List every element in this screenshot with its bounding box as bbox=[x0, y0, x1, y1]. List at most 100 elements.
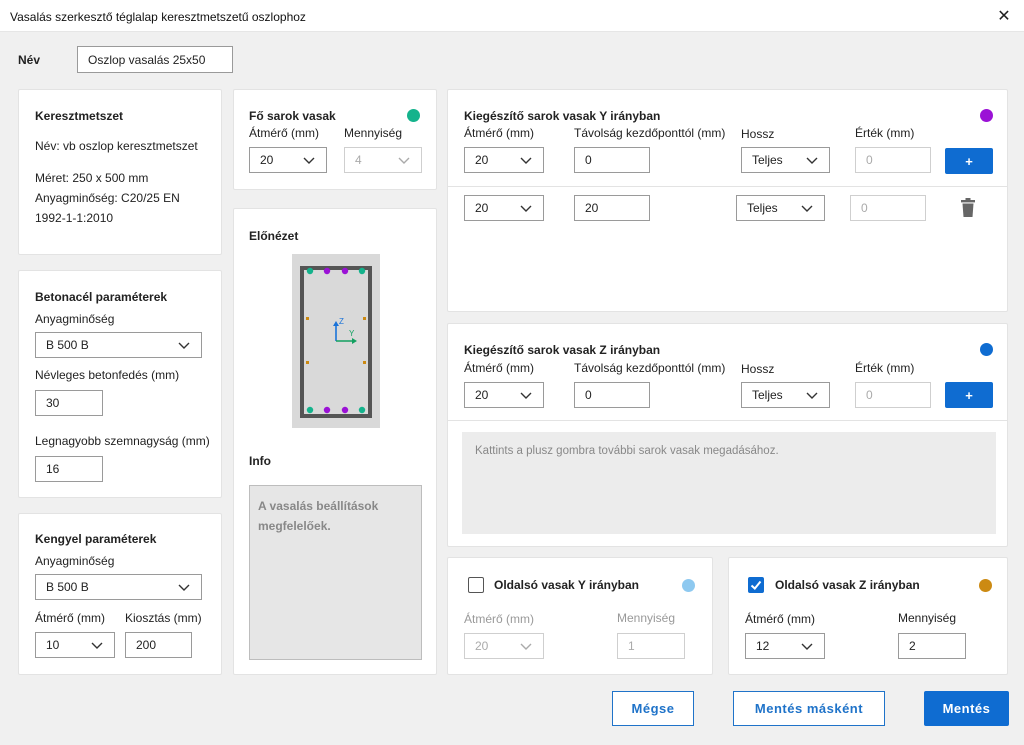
cancel-button[interactable]: Mégse bbox=[612, 691, 694, 726]
extra-z-length-label: Hossz bbox=[741, 362, 775, 376]
extra-z-new-length-select[interactable]: Teljes bbox=[741, 382, 830, 408]
extra-y-new-distance-input[interactable]: 0 bbox=[574, 147, 650, 173]
side-y-quantity-label: Mennyiség bbox=[617, 611, 676, 625]
extra-z-card: Kiegészítő sarok vasak Z irányban Átmérő… bbox=[447, 323, 1008, 547]
extra-y-row-diameter-select[interactable]: 20 bbox=[464, 195, 544, 221]
window-title: Vasalás szerkesztő téglalap keresztmetsz… bbox=[10, 10, 306, 24]
extra-z-new-diameter-select[interactable]: 20 bbox=[464, 382, 544, 408]
cover-input[interactable]: 30 bbox=[35, 390, 103, 416]
grain-input[interactable]: 16 bbox=[35, 456, 103, 482]
side-z-quantity-input[interactable]: 2 bbox=[898, 633, 966, 659]
grain-label: Legnagyobb szemnagyság (mm) bbox=[35, 434, 210, 448]
extra-y-row-diameter-value: 20 bbox=[475, 201, 489, 215]
chevron-down-icon bbox=[91, 642, 103, 649]
chevron-down-icon bbox=[303, 157, 315, 164]
extra-z-distance-label: Távolság kezdőponttól (mm) bbox=[574, 361, 726, 375]
rebar-params-heading: Betonacél paraméterek bbox=[35, 290, 168, 304]
main-corner-diameter-select[interactable]: 20 bbox=[249, 147, 327, 173]
stirrup-spacing-label: Kiosztás (mm) bbox=[125, 611, 202, 625]
stirrup-diameter-select[interactable]: 10 bbox=[35, 632, 115, 658]
extra-z-new-distance-input[interactable]: 0 bbox=[574, 382, 650, 408]
chevron-down-icon bbox=[520, 392, 532, 399]
info-box: A vasalás beállítások megfelelőek. bbox=[249, 485, 422, 660]
stirrup-params-card: Kengyel paraméterek Anyagminőség B 500 B… bbox=[18, 513, 222, 675]
bar-main-tl bbox=[306, 267, 314, 275]
preview-card: Előnézet Z Y Info A vasalás beállítások … bbox=[233, 208, 437, 675]
cross-section-material-1: Anyagminőség: C20/25 EN bbox=[35, 191, 180, 205]
side-z-color-dot bbox=[979, 579, 992, 592]
extra-y-new-length-select[interactable]: Teljes bbox=[741, 147, 830, 173]
side-y-checkbox[interactable] bbox=[468, 577, 484, 593]
close-icon[interactable]: ✕ bbox=[992, 4, 1016, 28]
save-button[interactable]: Mentés bbox=[924, 691, 1009, 726]
stirrup-diameter-value: 10 bbox=[46, 638, 60, 652]
side-y-diameter-select: 20 bbox=[464, 633, 544, 659]
extra-z-new-value-input[interactable]: 0 bbox=[855, 382, 931, 408]
bar-extra-y-t1 bbox=[323, 267, 331, 275]
axis-y-label: Y bbox=[349, 329, 355, 338]
extra-z-new-length-value: Teljes bbox=[752, 388, 783, 402]
main-corner-diameter-value: 20 bbox=[260, 153, 274, 167]
side-z-card: Oldalsó vasak Z irányban Átmérő (mm) Men… bbox=[728, 557, 1008, 675]
bar-extra-y-t2 bbox=[341, 267, 349, 275]
chevron-down-icon bbox=[398, 157, 410, 164]
rebar-material-label: Anyagminőség bbox=[35, 312, 115, 326]
title-bar: Vasalás szerkesztő téglalap keresztmetsz… bbox=[0, 0, 1024, 32]
bar-side-z-r2 bbox=[363, 361, 366, 364]
name-input[interactable]: Oszlop vasalás 25x50 bbox=[77, 46, 233, 73]
side-z-diameter-value: 12 bbox=[756, 639, 770, 653]
extra-y-new-diameter-select[interactable]: 20 bbox=[464, 147, 544, 173]
extra-z-value-label: Érték (mm) bbox=[855, 361, 915, 375]
preview-heading: Előnézet bbox=[249, 229, 299, 243]
bar-main-tr bbox=[358, 267, 366, 275]
extra-z-new-diameter-value: 20 bbox=[475, 388, 489, 402]
info-heading: Info bbox=[249, 454, 271, 468]
extra-z-hint-box: Kattints a plusz gombra további sarok va… bbox=[462, 432, 996, 534]
extra-y-new-diameter-value: 20 bbox=[475, 153, 489, 167]
section-preview: Z Y bbox=[292, 254, 380, 428]
bar-side-z-r1 bbox=[363, 317, 366, 320]
stirrup-material-select[interactable]: B 500 B bbox=[35, 574, 202, 600]
side-y-diameter-label: Átmérő (mm) bbox=[464, 612, 534, 626]
bar-side-z-l1 bbox=[306, 317, 309, 320]
stirrup-spacing-input[interactable]: 200 bbox=[125, 632, 192, 658]
extra-y-value-label: Érték (mm) bbox=[855, 126, 915, 140]
main-corner-quantity-label: Mennyiség bbox=[344, 126, 403, 140]
side-y-quantity-input: 1 bbox=[617, 633, 685, 659]
extra-y-color-dot bbox=[980, 109, 993, 122]
extra-y-row-value-input[interactable]: 0 bbox=[850, 195, 926, 221]
trash-icon[interactable] bbox=[960, 198, 976, 218]
extra-y-diameter-label: Átmérő (mm) bbox=[464, 126, 534, 140]
bar-side-z-l2 bbox=[306, 361, 309, 364]
cross-section-name: Név: vb oszlop keresztmetszet bbox=[35, 139, 198, 153]
main-corner-card: Fő sarok vasak Átmérő (mm) Mennyiség 20 … bbox=[233, 89, 437, 190]
extra-y-new-value-input[interactable]: 0 bbox=[855, 147, 931, 173]
bar-extra-y-b2 bbox=[341, 406, 349, 414]
side-z-checkbox[interactable] bbox=[748, 577, 764, 593]
side-y-heading: Oldalsó vasak Y irányban bbox=[494, 578, 639, 592]
cover-label: Névleges betonfedés (mm) bbox=[35, 368, 180, 382]
cross-section-size: Méret: 250 x 500 mm bbox=[35, 171, 149, 185]
main-corner-quantity-value: 4 bbox=[355, 153, 362, 167]
side-y-diameter-value: 20 bbox=[475, 639, 489, 653]
stirrup-material-value: B 500 B bbox=[46, 580, 89, 594]
cross-section-card: Keresztmetszet Név: vb oszlop keresztmet… bbox=[18, 89, 222, 255]
extra-y-add-button[interactable]: + bbox=[945, 148, 993, 174]
extra-y-row-distance-input[interactable]: 20 bbox=[574, 195, 650, 221]
main-corner-diameter-label: Átmérő (mm) bbox=[249, 126, 319, 140]
extra-y-card: Kiegészítő sarok vasak Y irányban Átmérő… bbox=[447, 89, 1008, 312]
extra-y-row-length-select[interactable]: Teljes bbox=[736, 195, 825, 221]
extra-z-heading: Kiegészítő sarok vasak Z irányban bbox=[464, 343, 661, 357]
extra-z-add-button[interactable]: + bbox=[945, 382, 993, 408]
chevron-down-icon bbox=[801, 643, 813, 650]
rebar-material-value: B 500 B bbox=[46, 338, 89, 352]
side-y-color-dot bbox=[682, 579, 695, 592]
save-as-button[interactable]: Mentés másként bbox=[733, 691, 885, 726]
main-corner-color-dot bbox=[407, 109, 420, 122]
cross-section-material-2: 1992-1-1:2010 bbox=[35, 211, 114, 225]
rebar-material-select[interactable]: B 500 B bbox=[35, 332, 202, 358]
side-z-diameter-select[interactable]: 12 bbox=[745, 633, 825, 659]
main-corner-heading: Fő sarok vasak bbox=[249, 109, 336, 123]
chevron-down-icon bbox=[806, 392, 818, 399]
extra-y-new-length-value: Teljes bbox=[752, 153, 783, 167]
